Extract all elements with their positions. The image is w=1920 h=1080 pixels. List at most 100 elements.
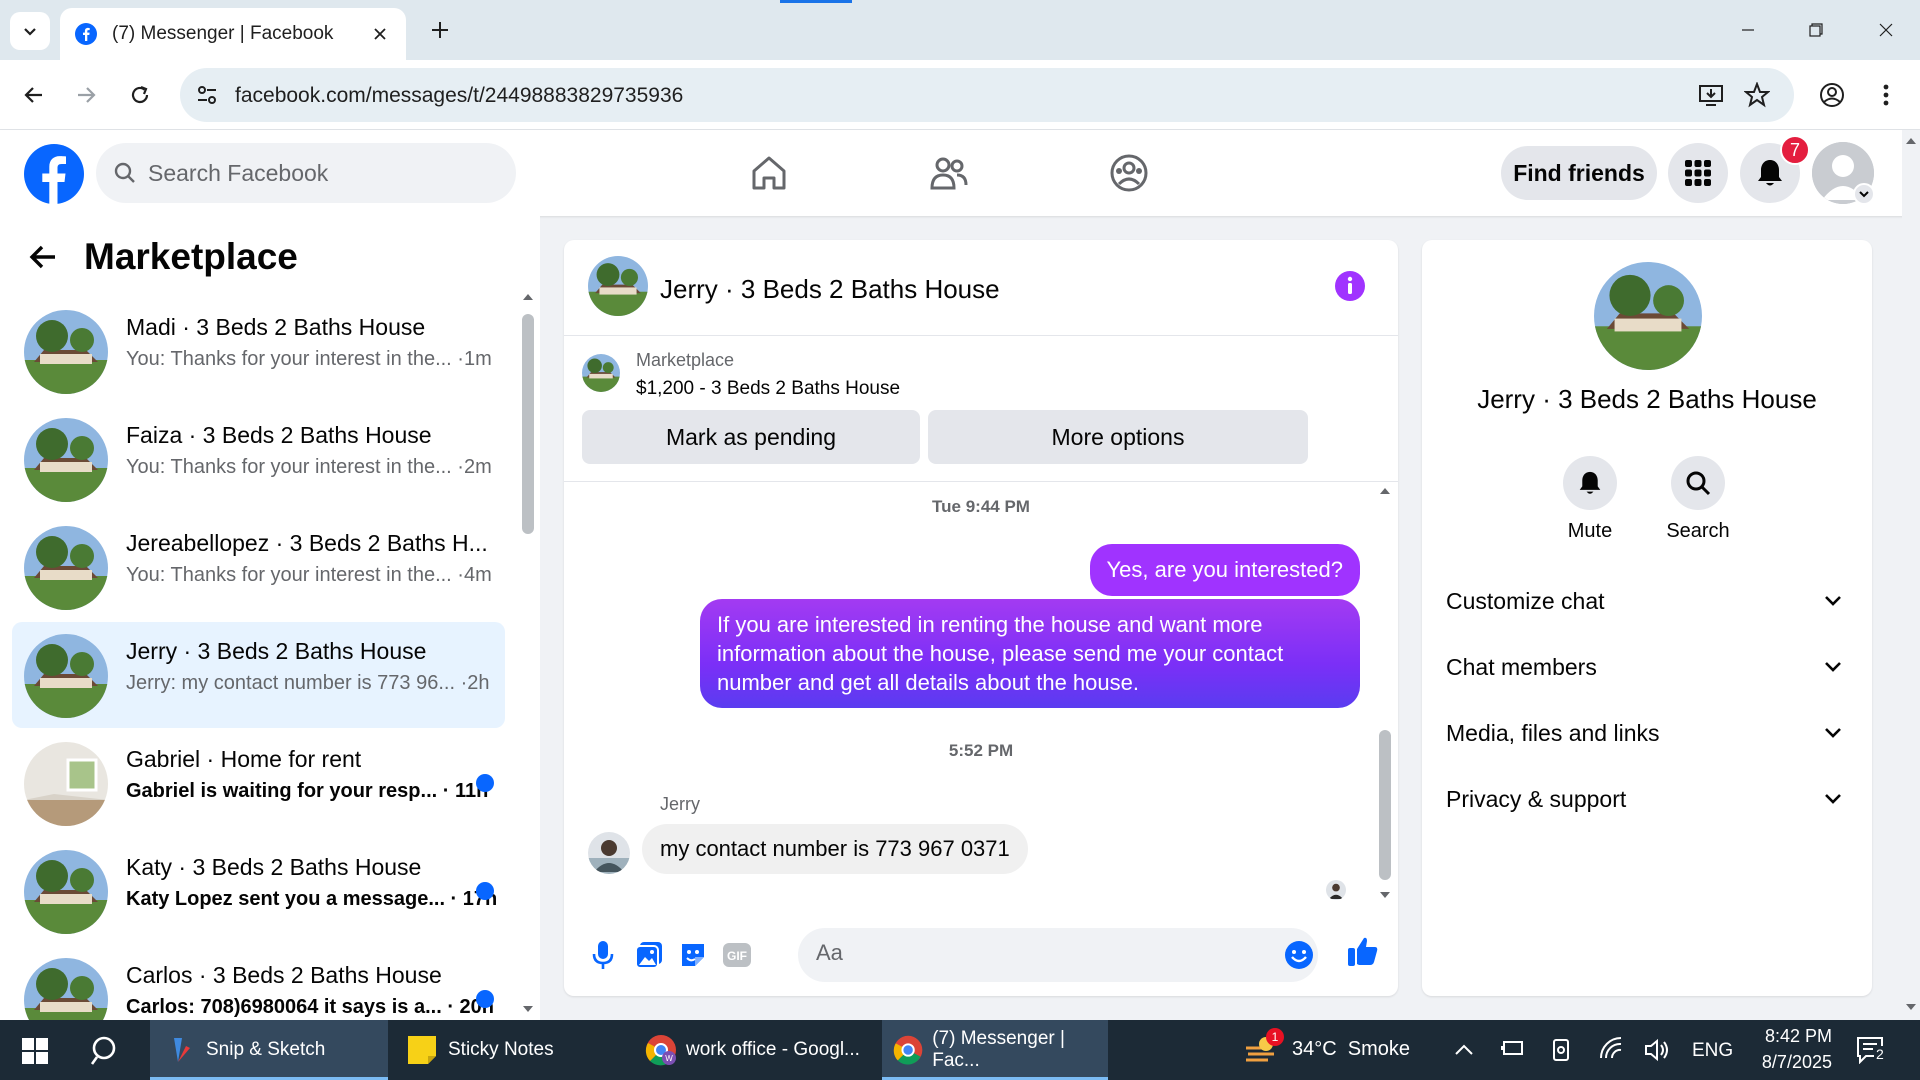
conversation-item[interactable]: Carlos · 3 Beds 2 Baths House Carlos: 708… xyxy=(12,946,505,1020)
more-options-button[interactable]: More options xyxy=(928,410,1308,464)
conversation-item[interactable]: Faiza · 3 Beds 2 Baths House You: Thanks … xyxy=(12,406,505,512)
conversation-item[interactable]: Katy · 3 Beds 2 Baths House Katy Lopez se… xyxy=(12,838,505,944)
details-section-item[interactable]: Media, files and links xyxy=(1446,708,1856,758)
device-icon[interactable] xyxy=(1550,1038,1572,1062)
voice-clip-button[interactable] xyxy=(586,938,620,972)
conversation-item[interactable]: Gabriel · Home for rent Gabriel is waitin… xyxy=(12,730,505,836)
action-center-button[interactable]: 2 xyxy=(1856,1036,1886,1064)
chat-scrollbar-thumb[interactable] xyxy=(1379,730,1391,880)
sidebar-scrollbar-thumb[interactable] xyxy=(522,314,534,534)
page-scrollbar[interactable] xyxy=(1902,130,1920,1020)
mark-as-pending-button[interactable]: Mark as pending xyxy=(582,410,920,464)
sidebar-title: Marketplace xyxy=(84,236,298,277)
back-arrow-icon[interactable] xyxy=(28,242,58,272)
info-icon[interactable] xyxy=(1334,270,1366,302)
menu-button[interactable] xyxy=(1668,143,1728,203)
browser-menu-button[interactable] xyxy=(1866,75,1906,115)
mute-button[interactable] xyxy=(1563,456,1617,510)
tab-search-button[interactable] xyxy=(10,12,50,50)
wifi-icon[interactable] xyxy=(1598,1036,1624,1062)
facebook-search-input[interactable] xyxy=(148,159,478,187)
scroll-down-icon[interactable] xyxy=(1379,890,1391,900)
tab-close-icon[interactable] xyxy=(368,22,392,46)
search-in-chat-button[interactable] xyxy=(1671,456,1725,510)
like-button[interactable] xyxy=(1346,934,1380,968)
facebook-logo[interactable] xyxy=(24,144,84,204)
conversation-item[interactable]: Madi · 3 Beds 2 Baths House You: Thanks f… xyxy=(12,298,505,404)
clock-time[interactable]: 8:42 PM xyxy=(1752,1026,1832,1047)
mute-action[interactable]: Mute xyxy=(1540,456,1640,543)
chat-avatar[interactable] xyxy=(588,256,648,316)
search-taskbar-button[interactable] xyxy=(90,1035,122,1067)
back-button[interactable] xyxy=(14,75,54,115)
search-icon xyxy=(114,162,135,183)
address-bar[interactable]: facebook.com/messages/t/2449888382973593… xyxy=(180,68,1794,122)
start-button[interactable] xyxy=(22,1038,48,1064)
chevron-down-icon xyxy=(1825,662,1841,672)
nav-friends[interactable] xyxy=(924,148,974,198)
search-action[interactable]: Search xyxy=(1648,456,1748,543)
emoji-icon[interactable] xyxy=(1284,940,1314,970)
battery-icon[interactable] xyxy=(1500,1038,1526,1060)
profile-button[interactable] xyxy=(1812,75,1852,115)
chevron-up-icon[interactable] xyxy=(1454,1042,1474,1056)
weather-text[interactable]: 34°C Smoke xyxy=(1292,1038,1410,1061)
new-tab-button[interactable] xyxy=(424,14,456,46)
details-avatar[interactable] xyxy=(1594,262,1702,370)
taskbar-app-chrome-work[interactable]: W work office - Googl... xyxy=(630,1020,878,1080)
house-thumbnail xyxy=(24,850,108,934)
gif-button[interactable]: GIF xyxy=(720,938,754,972)
scroll-down-icon xyxy=(1906,1004,1916,1010)
conversation-preview: Katy Lopez sent you a message... · 17h xyxy=(126,888,498,910)
close-window-button[interactable] xyxy=(1862,10,1910,50)
find-friends-button[interactable]: Find friends xyxy=(1501,146,1657,200)
outgoing-message[interactable]: If you are interested in renting the hou… xyxy=(700,599,1360,708)
chrome-icon xyxy=(893,1035,923,1065)
listing-thumbnail[interactable] xyxy=(582,354,620,392)
clock-date[interactable]: 8/7/2025 xyxy=(1746,1052,1832,1073)
listing-title[interactable]: $1,200 - 3 Beds 2 Baths House xyxy=(636,378,900,400)
conversation-thumbnail xyxy=(24,742,108,826)
details-section-item[interactable]: Privacy & support xyxy=(1446,774,1856,824)
details-section-label: Chat members xyxy=(1446,653,1597,680)
details-section-item[interactable]: Chat members xyxy=(1446,642,1856,692)
scroll-up-icon[interactable] xyxy=(1379,486,1391,496)
incoming-message[interactable]: my contact number is 773 967 0371 xyxy=(642,824,1028,874)
weather-widget[interactable]: 1 xyxy=(1244,1028,1284,1066)
outgoing-message[interactable]: Yes, are you interested? xyxy=(1089,544,1360,596)
snip-sketch-icon xyxy=(174,1038,190,1062)
close-icon xyxy=(1879,23,1893,37)
message-input[interactable] xyxy=(816,940,1236,966)
volume-icon[interactable] xyxy=(1644,1038,1670,1062)
conversation-preview: Jerry: my contact number is 773 96... ·2… xyxy=(126,672,490,694)
details-section-label: Customize chat xyxy=(1446,587,1605,614)
restore-button[interactable] xyxy=(1792,10,1840,50)
taskbar-app-snip-sketch[interactable]: Snip & Sketch xyxy=(150,1020,388,1080)
facebook-search[interactable] xyxy=(96,143,516,203)
details-section-item[interactable]: Customize chat xyxy=(1446,576,1856,626)
attach-photo-button[interactable] xyxy=(632,938,666,972)
sender-avatar[interactable] xyxy=(588,832,630,874)
taskbar-app-chrome-messenger[interactable]: (7) Messenger | Fac... xyxy=(882,1020,1108,1080)
minimize-button[interactable] xyxy=(1724,10,1772,50)
chat-header: Jerry · 3 Beds 2 Baths House xyxy=(564,240,1398,336)
reload-button[interactable] xyxy=(120,75,160,115)
thumbs-up-icon xyxy=(1348,937,1378,966)
conversation-name: Jereabellopez · 3 Beds 2 Baths H... xyxy=(126,530,488,556)
details-name: Jerry · 3 Beds 2 Baths House xyxy=(1477,384,1817,414)
taskbar-app-label: (7) Messenger | Fac... xyxy=(932,1028,1065,1071)
taskbar-app-sticky-notes[interactable]: Sticky Notes xyxy=(392,1020,624,1080)
nav-home[interactable] xyxy=(744,148,794,198)
forward-button[interactable] xyxy=(66,75,106,115)
nav-groups[interactable] xyxy=(1104,148,1154,198)
language-indicator[interactable]: ENG xyxy=(1692,1040,1733,1062)
conversation-item[interactable]: Jerry · 3 Beds 2 Baths House Jerry: my co… xyxy=(12,622,505,728)
tab-title: (7) Messenger | Facebook xyxy=(112,23,334,44)
scroll-up-icon[interactable] xyxy=(522,292,534,302)
windows-taskbar: Snip & Sketch Sticky Notes W work office… xyxy=(0,1020,1920,1080)
sticker-button[interactable] xyxy=(676,938,710,972)
browser-tab-messenger[interactable]: (7) Messenger | Facebook xyxy=(60,8,406,60)
scroll-down-icon[interactable] xyxy=(522,1004,534,1014)
conversation-item[interactable]: Jereabellopez · 3 Beds 2 Baths H... You: … xyxy=(12,514,505,620)
account-chevron-icon[interactable] xyxy=(1853,183,1875,205)
